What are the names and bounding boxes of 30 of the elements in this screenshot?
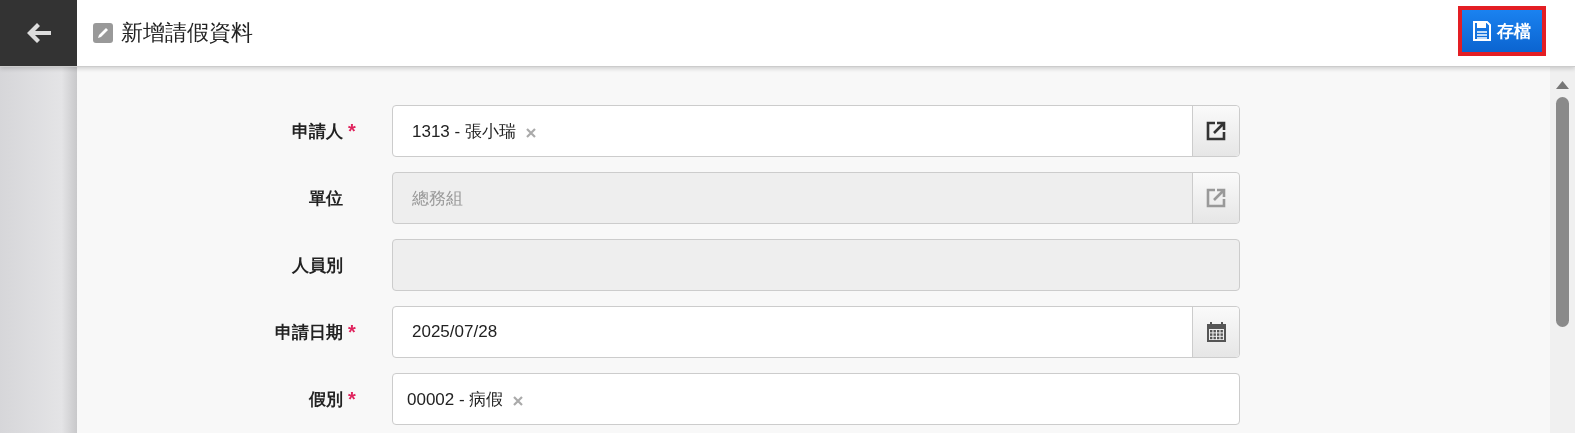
scrollbar[interactable] xyxy=(1550,67,1575,433)
field-label: 申請日期 xyxy=(275,321,343,344)
field-label: 人員別 xyxy=(292,254,343,277)
save-icon xyxy=(1473,21,1491,41)
scroll-up-icon[interactable] xyxy=(1556,81,1569,89)
input-field[interactable]: 1313 - 張小瑞 xyxy=(392,105,1240,157)
calendar-icon xyxy=(1206,322,1226,342)
field-label: 假別 xyxy=(309,388,343,411)
input-field[interactable]: 00002 - 病假 xyxy=(392,373,1240,425)
field-value: 總務組 xyxy=(412,187,463,210)
field-label: 單位 xyxy=(309,187,343,210)
field-value: 1313 - 張小瑞 xyxy=(412,120,516,143)
remove-icon[interactable] xyxy=(513,396,524,406)
required-mark: * xyxy=(348,119,357,143)
field-label: 申請人 xyxy=(292,120,343,143)
back-arrow-icon xyxy=(25,21,52,45)
page-title: 新增請假資料 xyxy=(121,19,253,47)
remove-icon[interactable] xyxy=(525,128,536,138)
required-mark: * xyxy=(348,387,357,411)
required-mark: * xyxy=(348,320,357,344)
external-link-icon xyxy=(1206,121,1226,141)
back-button[interactable] xyxy=(0,0,77,66)
field-value: 2025/07/28 xyxy=(412,322,498,342)
field-value: 00002 - 病假 xyxy=(407,388,504,411)
external-link-icon xyxy=(1206,188,1226,208)
open-button[interactable] xyxy=(1192,106,1239,156)
input-field[interactable]: 2025/07/28 xyxy=(392,306,1240,358)
calendar-button[interactable] xyxy=(1192,307,1239,357)
save-button[interactable]: 存檔 xyxy=(1458,6,1546,56)
pencil-icon xyxy=(93,23,113,43)
